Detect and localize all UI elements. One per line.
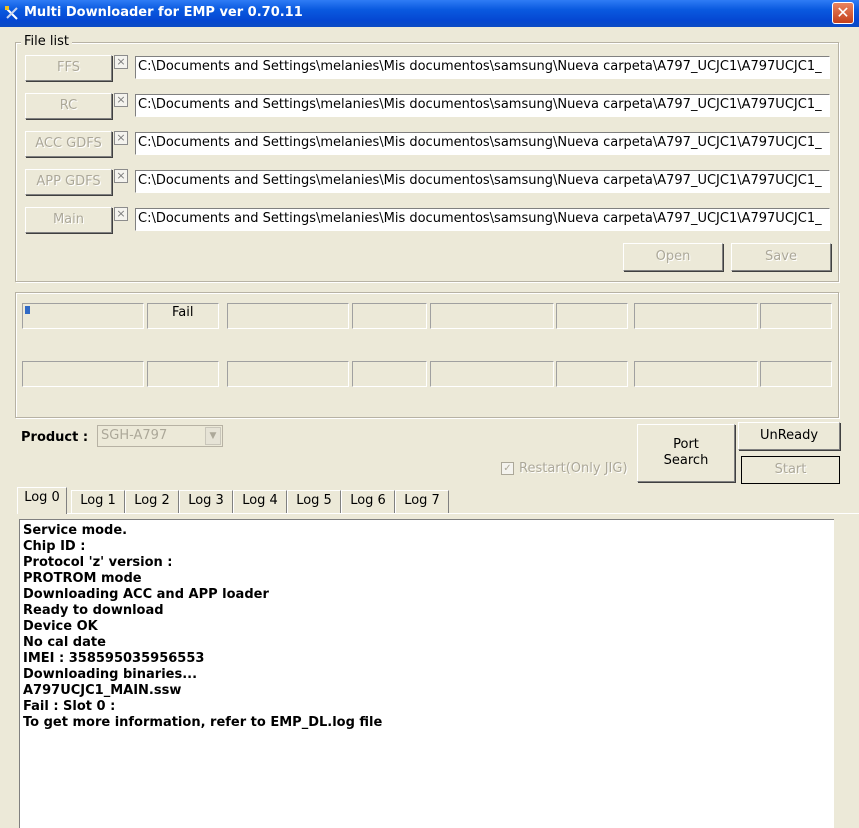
slot-cell	[22, 361, 144, 387]
slot-cell	[352, 361, 427, 387]
tab-log-2[interactable]: Log 2	[125, 490, 179, 513]
file-button-ffs[interactable]: FFS	[25, 55, 112, 81]
file-list-label: File list	[21, 34, 72, 49]
port-search-button[interactable]: Port Search	[637, 424, 735, 482]
slot-cell	[430, 303, 554, 329]
slot-cell	[556, 303, 628, 329]
log-line: Protocol 'z' version :	[23, 555, 173, 570]
slot-cell	[430, 361, 554, 387]
log-line: Ready to download	[23, 603, 164, 618]
log-line: Device OK	[23, 619, 98, 634]
slot-cell	[760, 361, 832, 387]
tab-log-5[interactable]: Log 5	[287, 490, 341, 513]
file-path-field[interactable]: C:\Documents and Settings\melanies\Mis d…	[135, 208, 830, 231]
log-line: PROTROM mode	[23, 571, 142, 586]
file-button-app-gdfs[interactable]: APP GDFS	[25, 169, 112, 195]
chevron-down-icon[interactable]: ▼	[205, 427, 221, 445]
slot-cell	[22, 303, 144, 329]
slot-cell	[556, 361, 628, 387]
file-button-acc-gdfs[interactable]: ACC GDFS	[25, 131, 112, 157]
save-button[interactable]: Save	[731, 243, 831, 271]
unready-button[interactable]: UnReady	[738, 422, 840, 450]
slot-cell	[760, 303, 832, 329]
file-button-main[interactable]: Main	[25, 207, 112, 233]
open-button[interactable]: Open	[623, 243, 723, 271]
log-line: Downloading binaries...	[23, 667, 198, 682]
app-icon	[5, 6, 18, 20]
log-line: No cal date	[23, 635, 106, 650]
window-title: Multi Downloader for EMP ver 0.70.11	[24, 5, 303, 20]
slot-cell	[227, 303, 349, 329]
log-line: Chip ID :	[23, 539, 86, 554]
product-label: Product :	[21, 430, 89, 445]
tab-strip-line	[17, 513, 859, 514]
tab-log-1[interactable]: Log 1	[71, 490, 125, 513]
tab-log-7[interactable]: Log 7	[395, 490, 449, 513]
log-line: Fail : Slot 0 :	[23, 699, 116, 714]
close-icon: ✕	[836, 3, 850, 22]
tab-log-3[interactable]: Log 3	[179, 490, 233, 513]
product-select[interactable]: SGH-A797 ▼	[97, 425, 223, 447]
clear-file-icon[interactable]: ×	[114, 93, 128, 107]
file-button-rc[interactable]: RC	[25, 93, 112, 119]
close-button[interactable]: ✕	[832, 2, 854, 24]
clear-file-icon[interactable]: ×	[114, 169, 128, 183]
tab-log-4[interactable]: Log 4	[233, 490, 287, 513]
slot0-status: Fail	[172, 305, 194, 320]
slot0-progress	[25, 306, 30, 314]
restart-label: Restart(Only JIG)	[519, 461, 628, 476]
file-path-field[interactable]: C:\Documents and Settings\melanies\Mis d…	[135, 170, 830, 193]
clear-file-icon[interactable]: ×	[114, 131, 128, 145]
log-line: Service mode.	[23, 523, 128, 538]
slot-cell	[147, 361, 219, 387]
file-path-field[interactable]: C:\Documents and Settings\melanies\Mis d…	[135, 132, 830, 155]
file-path-field[interactable]: C:\Documents and Settings\melanies\Mis d…	[135, 94, 830, 117]
log-line: Downloading ACC and APP loader	[23, 587, 269, 602]
clear-file-icon[interactable]: ×	[114, 55, 128, 69]
log-output[interactable]: Service mode. Chip ID : Protocol 'z' versi…	[19, 519, 834, 828]
file-path-field[interactable]: C:\Documents and Settings\melanies\Mis d…	[135, 56, 830, 79]
slot-cell	[352, 303, 427, 329]
tab-log-6[interactable]: Log 6	[341, 490, 395, 513]
clear-file-icon[interactable]: ×	[114, 207, 128, 221]
log-line: IMEI : 358595035956553	[23, 651, 205, 666]
tab-log-0[interactable]: Log 0	[17, 487, 67, 514]
slot-cell	[634, 361, 758, 387]
title-bar[interactable]: Multi Downloader for EMP ver 0.70.11 ✕	[0, 0, 859, 27]
log-line: A797UCJC1_MAIN.ssw	[23, 683, 182, 698]
start-button[interactable]: Start	[741, 456, 840, 484]
slot-cell	[634, 303, 758, 329]
slot-cell	[227, 361, 349, 387]
log-line: To get more information, refer to EMP_DL…	[23, 715, 383, 730]
restart-checkbox[interactable]: ✓	[501, 462, 514, 475]
